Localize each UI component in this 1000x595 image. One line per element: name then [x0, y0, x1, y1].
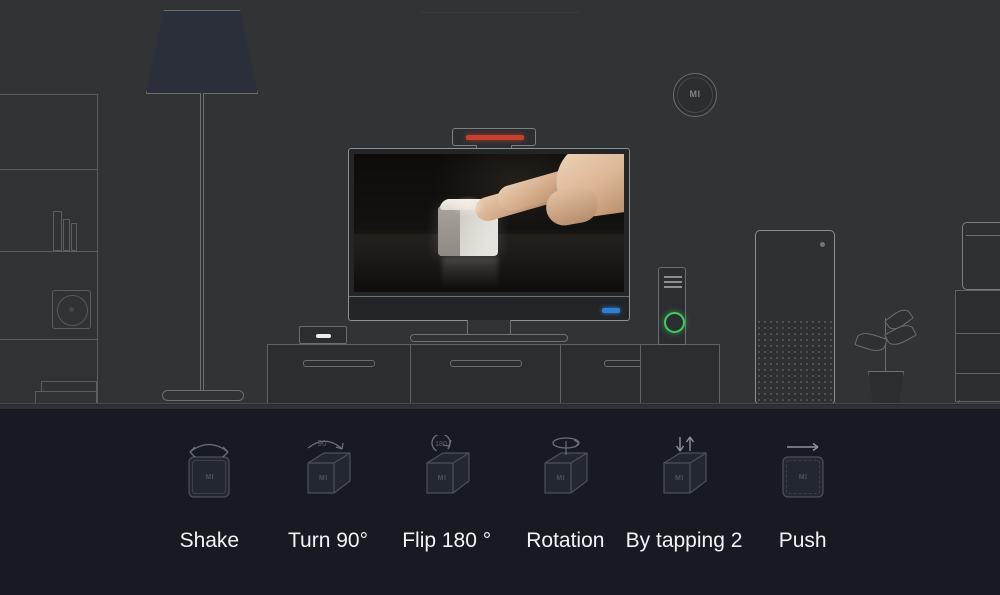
floor-lamp-shade — [146, 10, 258, 94]
gesture-item-turn[interactable]: 90 MI Turn 90° — [269, 435, 388, 553]
router-base-cabinet — [640, 344, 720, 404]
cabinet-drawer — [410, 344, 561, 404]
speaker-mesh-grill — [756, 319, 834, 404]
gesture-panel: MI Shake 90 MI Turn 90° 180 MI Flip 180 … — [0, 409, 1000, 595]
gesture-label: Turn 90° — [288, 529, 368, 552]
book — [63, 219, 70, 251]
television — [348, 148, 630, 321]
vent-lines-icon — [664, 276, 682, 289]
gesture-label: Push — [778, 529, 827, 552]
speaker-indicator-dot — [820, 242, 825, 247]
tv-status-led — [602, 308, 620, 313]
tv-camera-sensor-bar — [452, 128, 536, 146]
cube-push-icon: MI — [755, 435, 851, 517]
fingertip-highlight — [450, 196, 486, 216]
turn-angle-annotation: 90 — [318, 439, 327, 448]
microwave-top-line — [966, 235, 1000, 236]
gesture-item-tapping[interactable]: MI By tapping 2 — [625, 435, 744, 553]
cube-tap-icon: MI — [636, 435, 732, 517]
gesture-list: MI Shake 90 MI Turn 90° 180 MI Flip 180 … — [150, 435, 862, 553]
cube-turn-icon: 90 MI — [280, 435, 376, 517]
tv-bottom-bezel — [349, 296, 629, 320]
set-top-box — [299, 326, 347, 344]
router-tower — [658, 267, 686, 345]
drawer-handle — [449, 360, 522, 367]
gesture-label: By tapping 2 — [625, 529, 743, 552]
book — [71, 223, 77, 251]
screenshot-root: MI MI Shake 90 MI Turn 90° 180 MI Flip 1… — [0, 0, 1000, 595]
cube-mi-logo: MI — [437, 475, 447, 482]
plant-leaf — [854, 329, 888, 355]
cube-rotation-icon: MI — [517, 435, 613, 517]
cube-mi-logo: MI — [556, 475, 566, 482]
right-cabinet — [955, 290, 1000, 402]
tv-photo-cube-reflection — [442, 257, 498, 291]
floor-lamp-pole — [200, 93, 204, 393]
room-scene: MI — [0, 0, 1000, 405]
bookshelf — [0, 94, 98, 405]
gesture-label: Flip 180 ° — [402, 529, 492, 552]
drawer-handle — [303, 360, 375, 367]
microwave — [962, 222, 1000, 290]
gesture-item-push[interactable]: MI Push — [743, 435, 862, 553]
gesture-label: Rotation — [526, 529, 605, 552]
shelf-speaker — [52, 290, 91, 329]
cube-shake-icon: MI — [161, 435, 257, 517]
cube-mi-logo: MI — [205, 474, 215, 481]
book — [53, 211, 62, 251]
cube-mi-logo: MI — [798, 474, 808, 481]
cube-mi-logo: MI — [675, 475, 684, 482]
speaker-cone-icon — [57, 295, 88, 326]
plant-pot — [868, 371, 904, 404]
gesture-item-rotation[interactable]: MI Rotation — [506, 435, 625, 553]
set-top-box-led — [316, 334, 331, 338]
router-status-ring — [664, 312, 685, 333]
gesture-item-shake[interactable]: MI Shake — [150, 435, 269, 553]
cube-flip-icon: 180 MI — [399, 435, 495, 517]
tv-stand-foot — [410, 334, 568, 342]
tv-screen — [354, 154, 624, 292]
floor-lamp-base — [162, 390, 244, 401]
tv-photo-hand — [472, 154, 624, 240]
floor-line — [0, 403, 1000, 405]
gesture-label: Shake — [179, 529, 240, 552]
camera-led-indicator — [466, 135, 524, 140]
wall-round-speaker: MI — [673, 73, 717, 117]
mi-logo: MI — [689, 89, 701, 99]
cabinet-drawer — [267, 344, 411, 404]
flip-angle-annotation: 180 — [435, 441, 447, 448]
mesh-tower-speaker — [755, 230, 835, 405]
cube-mi-logo: MI — [319, 475, 328, 482]
gesture-item-flip[interactable]: 180 MI Flip 180 ° — [387, 435, 506, 553]
ceiling-marking — [420, 12, 580, 13]
